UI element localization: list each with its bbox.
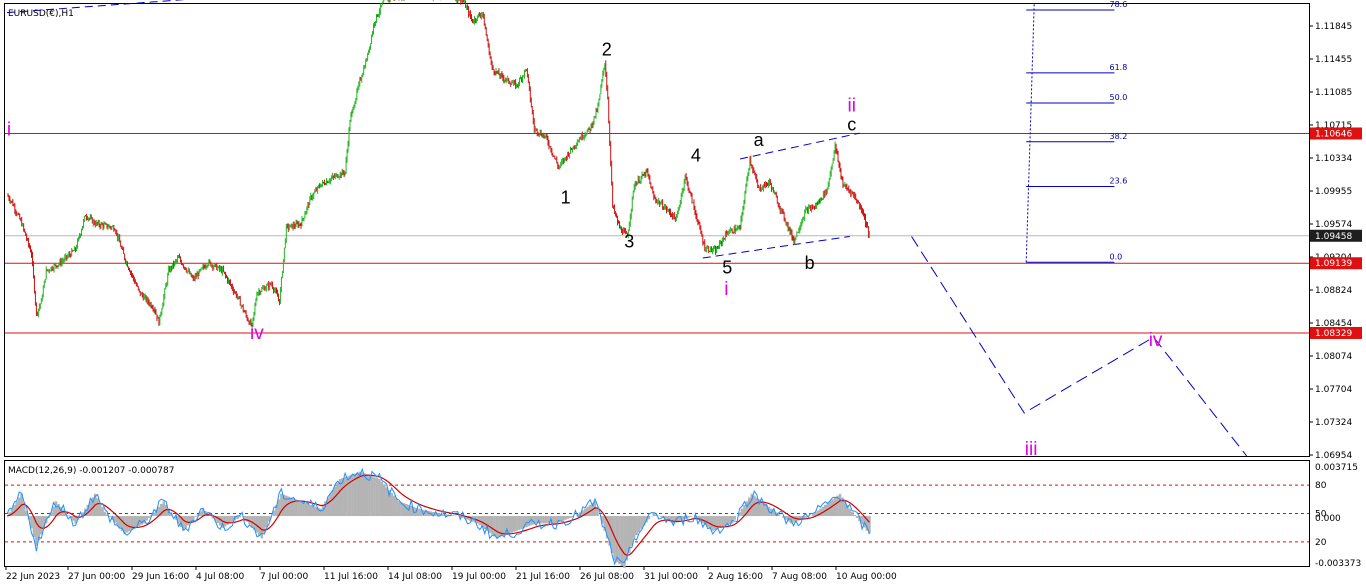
fib-level-label: 0.0 <box>1110 252 1123 261</box>
x-tick-label: 2 Aug 16:00 <box>708 572 763 582</box>
fib-level-label: 23.6 <box>1110 177 1128 186</box>
wave-label: ii <box>848 96 856 117</box>
x-tick-label: 7 Aug 08:00 <box>772 572 827 582</box>
price-tag-label: 1.09139 <box>1315 259 1352 269</box>
wave-label: 5 <box>722 257 732 277</box>
fib-level-label: 50.0 <box>1110 93 1128 102</box>
wave-label: 3 <box>624 232 634 252</box>
wave-label: i <box>724 279 728 300</box>
y-tick-label: 1.11085 <box>1315 88 1352 98</box>
wave-label: 4 <box>691 146 701 166</box>
x-tick-label: 22 Jun 2023 <box>6 572 60 582</box>
y-tick-label: 1.08824 <box>1315 286 1352 296</box>
x-tick-label: 26 Jul 08:00 <box>580 572 634 582</box>
chart-window[interactable]: EURUSD(€),H1 MACD(12,26,9) -0.001207 -0.… <box>0 0 1366 588</box>
x-tick-label: 31 Jul 00:00 <box>644 572 698 582</box>
y-tick-label: 1.08074 <box>1315 352 1352 362</box>
fib-level-label: 61.8 <box>1110 63 1128 72</box>
x-tick-label: 4 Jul 08:00 <box>196 572 245 582</box>
y-tick-label: 1.09955 <box>1315 187 1352 197</box>
wave-label: iv <box>250 323 264 344</box>
y-tick-label: 1.11845 <box>1315 22 1352 32</box>
macd-tick-label: 0.003715 <box>1315 463 1358 473</box>
wave-label: 2 <box>602 40 612 60</box>
x-tick-label: 29 Jun 16:00 <box>132 572 189 582</box>
wave-label: c <box>847 115 856 135</box>
y-tick-label: 1.09574 <box>1315 220 1352 230</box>
x-tick-label: 7 Jul 00:00 <box>260 572 309 582</box>
wave-label: iv <box>1149 330 1163 351</box>
y-tick-label: 1.10334 <box>1315 154 1352 164</box>
x-tick-label: 14 Jul 08:00 <box>388 572 442 582</box>
y-tick-label: 1.11455 <box>1315 55 1352 65</box>
macd-tick-label: -0.003373 <box>1315 559 1361 569</box>
macd-tick-label: 20 <box>1315 538 1327 548</box>
wave-label: iii <box>1025 439 1038 460</box>
price-tag-label: 1.08329 <box>1315 329 1352 339</box>
price-tag-label: 1.09458 <box>1315 232 1352 242</box>
x-tick-label: 11 Jul 16:00 <box>324 572 378 582</box>
price-tag-label: 1.10646 <box>1315 129 1352 139</box>
price-chart[interactable]: EURUSD(€),H1 MACD(12,26,9) -0.001207 -0.… <box>0 0 1366 588</box>
wave-label: b <box>805 253 815 273</box>
x-tick-label: 10 Aug 00:00 <box>836 572 897 582</box>
x-tick-label: 21 Jul 16:00 <box>516 572 570 582</box>
wave-label: i <box>7 120 11 141</box>
x-tick-label: 19 Jul 00:00 <box>452 572 506 582</box>
fib-level-label: 78.6 <box>1110 0 1128 9</box>
y-tick-label: 1.07704 <box>1315 385 1352 395</box>
macd-tick-label: 80 <box>1315 481 1327 491</box>
macd-title: MACD(12,26,9) -0.001207 -0.000787 <box>8 466 174 476</box>
x-tick-label: 27 Jun 00:00 <box>68 572 125 582</box>
y-tick-label: 1.07324 <box>1315 418 1352 428</box>
fib-level-label: 38.2 <box>1110 132 1128 141</box>
wave-label: 1 <box>561 188 571 208</box>
y-tick-label: 1.06954 <box>1315 451 1352 461</box>
macd-tick-label: 0.000 <box>1315 514 1341 524</box>
symbol-title: EURUSD(€),H1 <box>8 9 74 19</box>
wave-label: a <box>754 130 765 150</box>
